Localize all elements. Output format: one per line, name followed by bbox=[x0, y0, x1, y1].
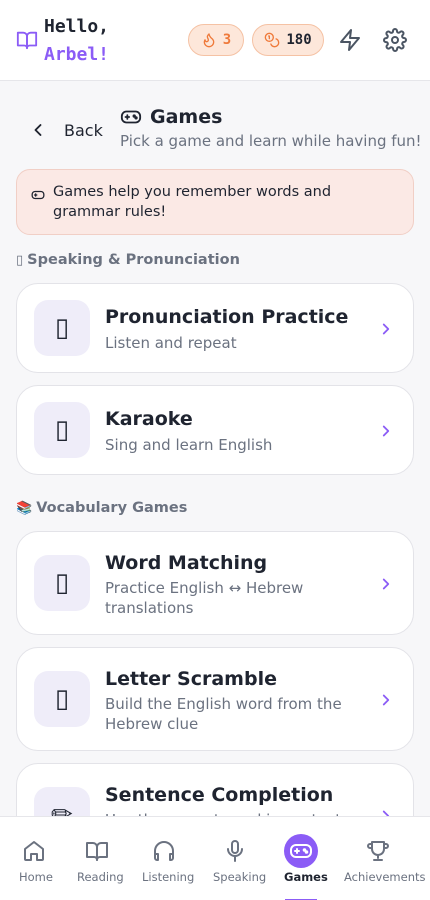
book-icon[interactable] bbox=[16, 29, 38, 51]
game-title: Word Matching bbox=[105, 552, 268, 574]
back-button[interactable]: Back bbox=[28, 116, 103, 144]
section-title: Vocabulary Games bbox=[36, 500, 188, 516]
books-icon: 📚 bbox=[16, 500, 33, 516]
chevron-right-icon bbox=[382, 323, 390, 335]
chevron-right-icon bbox=[382, 694, 390, 706]
game-card-karaoke[interactable]: ▯ Karaoke Sing and learn English bbox=[16, 385, 414, 475]
game-title: Sentence Completion bbox=[105, 784, 334, 806]
game-card-letter-scramble[interactable]: ▯ Letter Scramble Build the English word… bbox=[16, 647, 414, 751]
nav-item-games[interactable]: Games bbox=[280, 817, 328, 900]
game-description: Practice English ↔ Hebrew translations bbox=[105, 579, 304, 617]
streak-count: 3 bbox=[222, 32, 232, 48]
game-title: Pronunciation Practice bbox=[105, 306, 349, 328]
page-heading: Games Pick a game and learn while having… bbox=[120, 106, 422, 150]
info-banner: Games help you remember words and gramma… bbox=[16, 169, 414, 235]
book-open-icon bbox=[86, 842, 108, 861]
bolt-icon[interactable] bbox=[338, 28, 362, 52]
headphones-icon bbox=[154, 841, 174, 861]
gamepad-icon bbox=[120, 110, 142, 124]
section-label-vocabulary: 📚 Vocabulary Games bbox=[16, 500, 187, 516]
streak-badge[interactable]: 3 bbox=[188, 24, 244, 56]
nav-item-achievements[interactable]: Achievements bbox=[340, 817, 426, 900]
nav-item-speaking[interactable]: Speaking bbox=[208, 817, 267, 900]
nav-label: Reading bbox=[77, 870, 124, 884]
game-title: Karaoke bbox=[105, 408, 193, 430]
coins-icon bbox=[265, 32, 280, 48]
section-label-speaking: ▯ Speaking & Pronunciation bbox=[16, 252, 240, 268]
banner-text: Games help you remember words and gramma… bbox=[53, 184, 332, 220]
chevron-left-icon bbox=[34, 124, 42, 136]
xp-count: 180 bbox=[286, 32, 312, 48]
page-subtitle: Pick a game and learn while having fun! bbox=[120, 132, 422, 150]
nav-label: Speaking bbox=[213, 870, 267, 884]
game-description: Build the English word from the Hebrew c… bbox=[105, 695, 342, 733]
chevron-right-icon bbox=[382, 425, 390, 437]
user-name: Arbel! bbox=[44, 44, 110, 65]
microphone-icon bbox=[227, 840, 243, 862]
game-card-pronunciation[interactable]: ▯ Pronunciation Practice Listen and repe… bbox=[16, 283, 414, 373]
nav-label: Games bbox=[284, 870, 328, 884]
greeting-text: Hello, bbox=[44, 16, 110, 37]
app-header: Hello, Arbel! 3 180 bbox=[0, 0, 430, 81]
microphone-icon: ▯ bbox=[34, 300, 90, 356]
xp-badge[interactable]: 180 bbox=[252, 24, 324, 56]
game-description: Listen and repeat bbox=[105, 334, 237, 352]
nav-label: Home bbox=[19, 870, 53, 884]
matching-icon: ▯ bbox=[34, 555, 90, 611]
chevron-right-icon bbox=[382, 578, 390, 590]
nav-label: Achievements bbox=[344, 870, 426, 884]
bottom-nav: Home Reading Listening Speaking Games Ac… bbox=[0, 816, 430, 900]
nav-label: Listening bbox=[142, 870, 195, 884]
gamepad-icon bbox=[290, 844, 312, 858]
game-card-word-matching[interactable]: ▯ Word Matching Practice English ↔ Hebre… bbox=[16, 531, 414, 635]
home-icon bbox=[24, 841, 44, 861]
trophy-icon bbox=[367, 841, 389, 861]
nav-item-home[interactable]: Home bbox=[10, 817, 58, 900]
greeting: Hello, Arbel! bbox=[44, 13, 109, 69]
letters-icon: ▯ bbox=[34, 671, 90, 727]
gear-icon[interactable] bbox=[383, 28, 407, 52]
page-title: Games bbox=[150, 106, 223, 128]
game-title: Letter Scramble bbox=[105, 668, 277, 690]
section-title: Speaking & Pronunciation bbox=[27, 252, 240, 268]
section-emoji: ▯ bbox=[16, 252, 24, 268]
game-description: Sing and learn English bbox=[105, 436, 273, 454]
gamepad-icon bbox=[31, 190, 45, 200]
nav-item-listening[interactable]: Listening bbox=[138, 817, 194, 900]
fire-icon bbox=[203, 33, 215, 48]
nav-item-reading[interactable]: Reading bbox=[72, 817, 124, 900]
back-label: Back bbox=[64, 120, 103, 140]
music-icon: ▯ bbox=[34, 402, 90, 458]
